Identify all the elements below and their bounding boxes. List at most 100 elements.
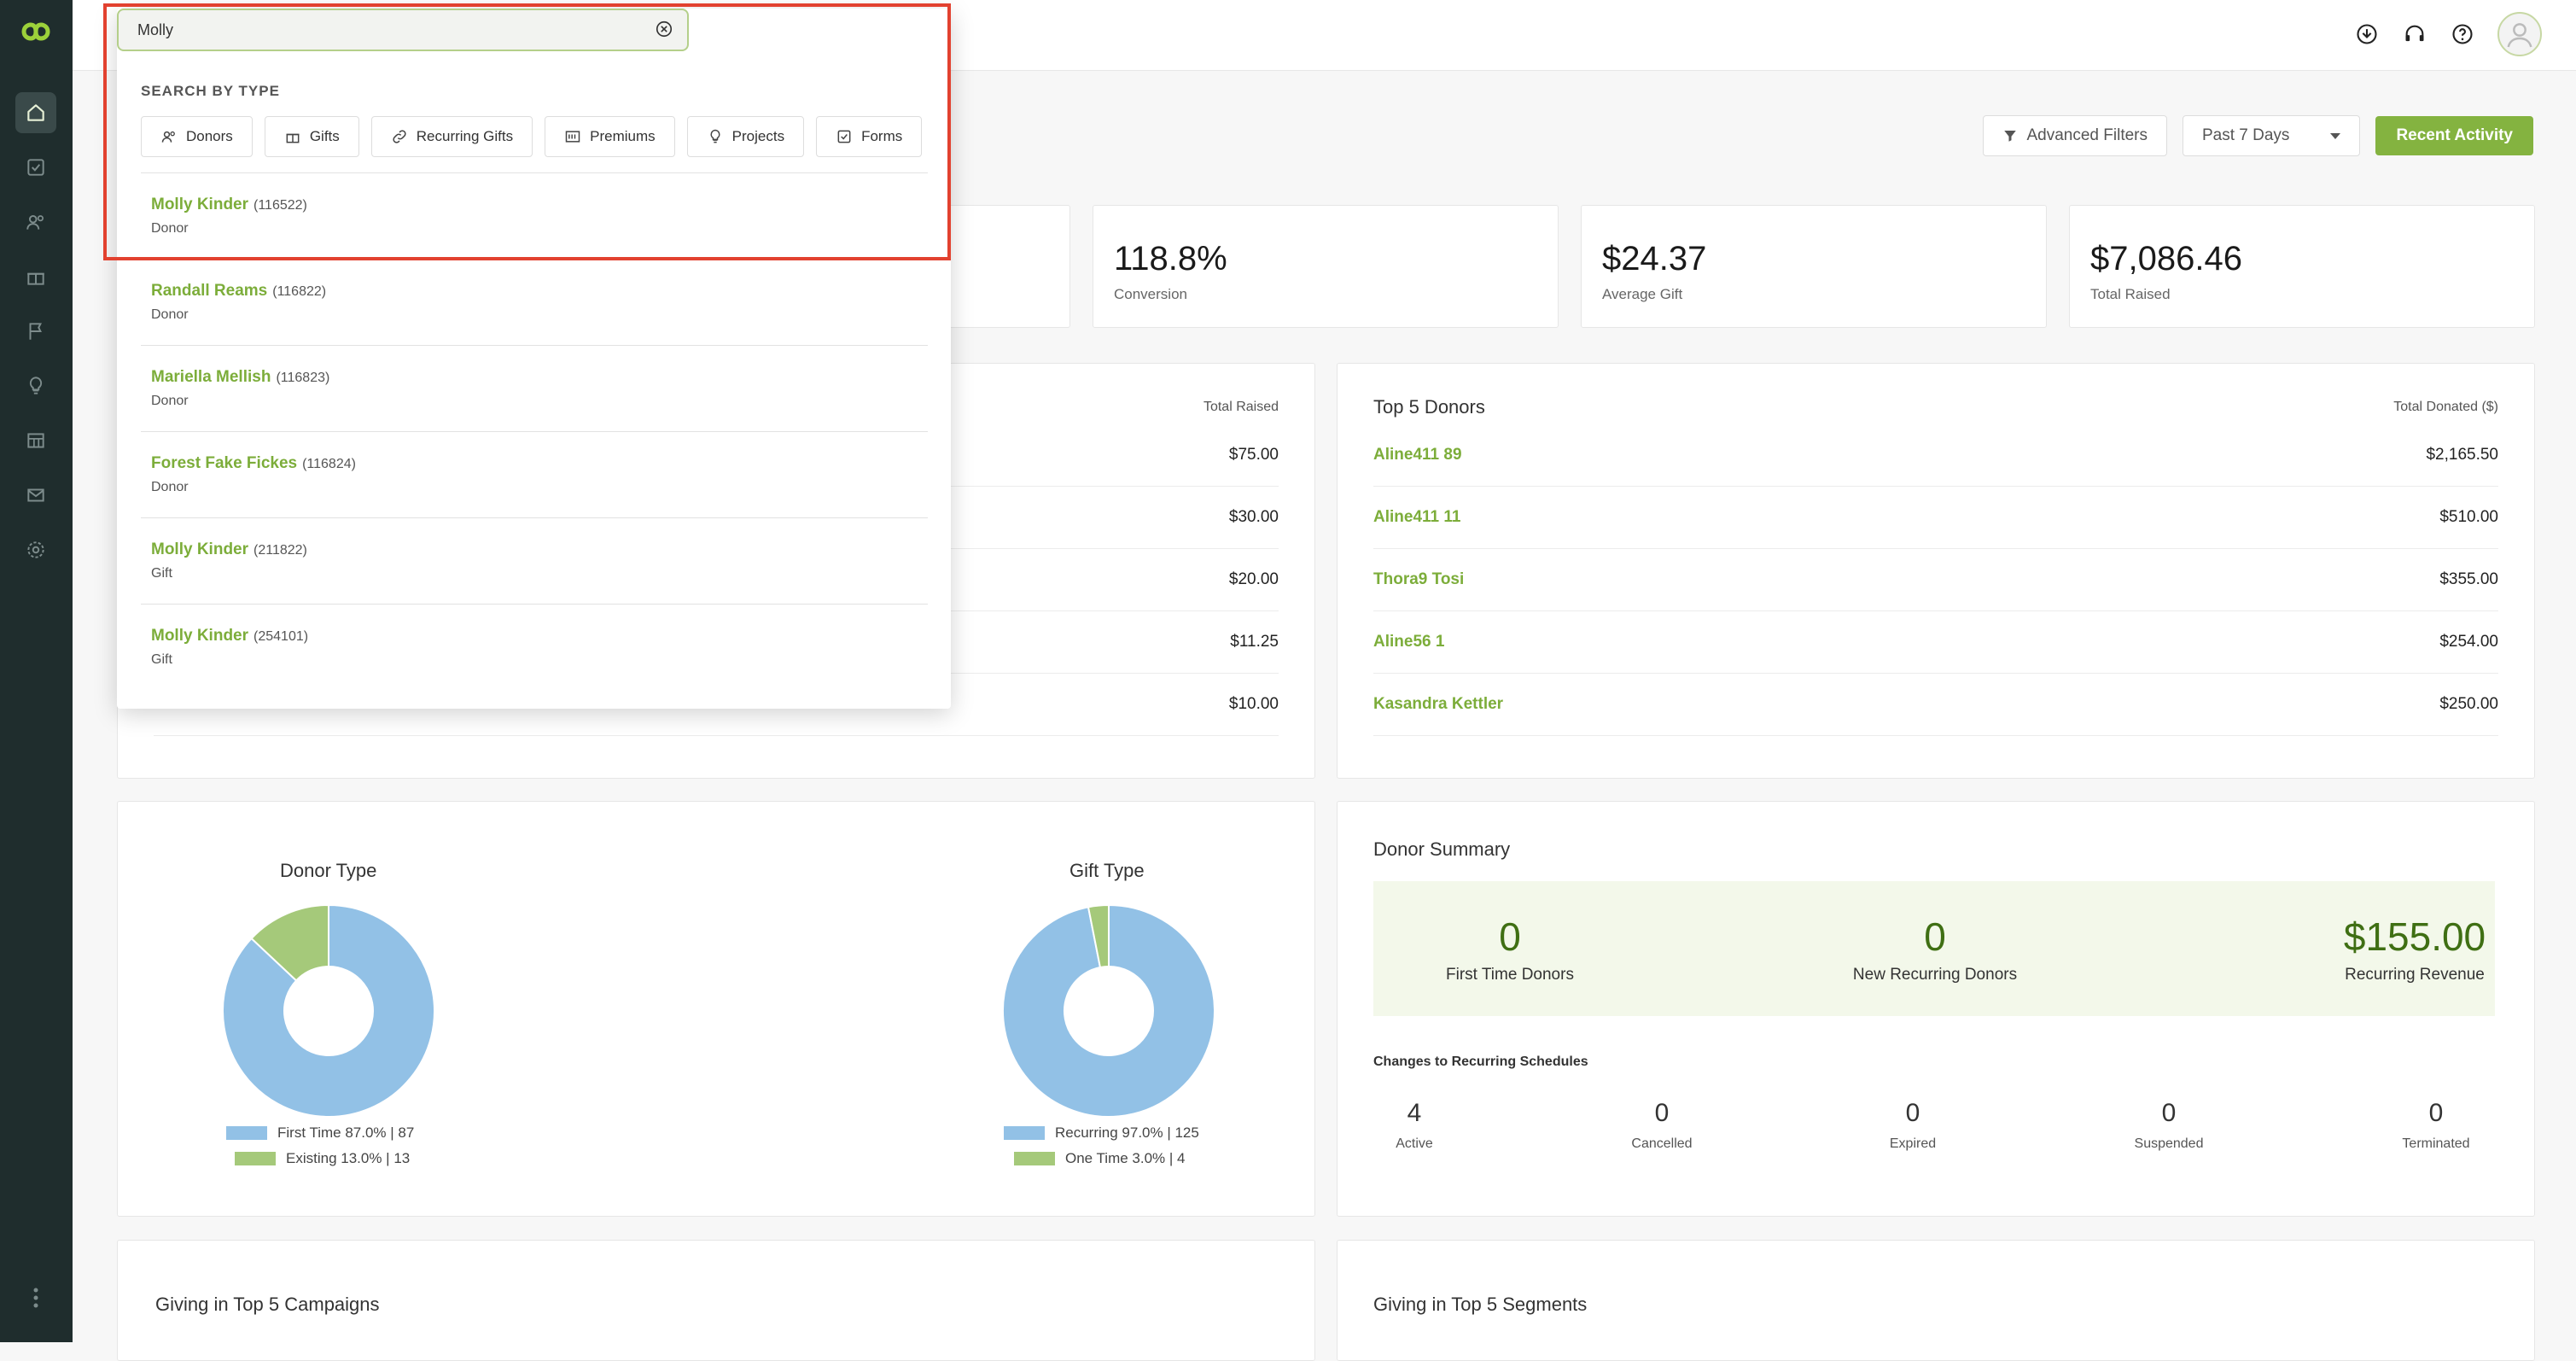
recent-activity-button[interactable]: Recent Activity: [2375, 116, 2533, 155]
sidebar-item-projects[interactable]: [15, 365, 56, 406]
form-icon: [837, 130, 851, 143]
result-id: (254101): [254, 629, 309, 644]
donor-amount: $355.00: [2439, 570, 2498, 588]
summary-value: $155.00: [2343, 914, 2486, 959]
stat-card-conversion: 118.8% Conversion: [1093, 205, 1559, 328]
search-field[interactable]: [117, 9, 689, 51]
filter-bar: Advanced Filters Past 7 Days Recent Acti…: [1983, 115, 2533, 156]
summary-value: 0: [1499, 914, 1521, 959]
search-input[interactable]: [136, 19, 634, 41]
result-id: (211822): [254, 543, 307, 558]
section-title: Changes to Recurring Schedules: [1373, 1054, 1588, 1069]
search-result[interactable]: Molly Kinder (116522) Donor: [141, 172, 928, 260]
legend-swatch: [235, 1152, 276, 1165]
lightbulb-icon: [710, 129, 720, 143]
caret-down-icon: [2330, 132, 2341, 139]
link-icon: [393, 130, 406, 143]
summary-box: 0 First Time Donors 0 New Recurring Dono…: [1373, 881, 2495, 1016]
legend-swatch: [226, 1126, 267, 1140]
table-row: Kasandra Kettler $250.00: [1373, 673, 2498, 736]
top-donors-panel: Top 5 Donors Total Donated ($) Aline411 …: [1337, 363, 2535, 779]
checklist-icon: [27, 159, 44, 176]
sidebar-item-mail[interactable]: [15, 475, 56, 516]
clear-icon[interactable]: [655, 20, 673, 38]
type-filter-recurring-gifts[interactable]: Recurring Gifts: [370, 116, 533, 157]
headset-icon[interactable]: [2402, 21, 2427, 47]
result-id: (116822): [272, 284, 327, 299]
legend-item: One Time 3.0% | 4: [1014, 1150, 1185, 1167]
donor-link[interactable]: Aline56 1: [1373, 633, 1444, 651]
type-filter-projects[interactable]: Projects: [686, 116, 805, 157]
search-result[interactable]: Molly Kinder (254101) Gift: [141, 604, 928, 691]
search-type-filters: Donors Gifts Recurring Gifts Premiums Pr…: [141, 116, 923, 157]
donor-link[interactable]: Aline411 89: [1373, 446, 1462, 464]
chart-title: Gift Type: [1069, 860, 1145, 881]
stat-label: Total Raised: [2090, 286, 2171, 302]
search-result[interactable]: Forest Fake Fickes (116824) Donor: [141, 431, 928, 518]
sidebar-item-tasks[interactable]: [15, 147, 56, 188]
lightbulb-icon: [29, 377, 43, 394]
search-by-type-heading: SEARCH BY TYPE: [141, 83, 280, 99]
flag-icon: [29, 323, 42, 340]
search-result[interactable]: Randall Reams (116822) Donor: [141, 259, 928, 346]
sidebar-item-settings[interactable]: [15, 529, 56, 570]
stat-card-total-raised: $7,086.46 Total Raised: [2069, 205, 2535, 328]
advanced-filters-button[interactable]: Advanced Filters: [1983, 115, 2167, 156]
summary-label: New Recurring Donors: [1852, 966, 2018, 984]
more-vertical-icon[interactable]: [26, 1285, 46, 1311]
search-result[interactable]: Mariella Mellish (116823) Donor: [141, 345, 928, 432]
table-row: Aline56 1 $254.00: [1373, 610, 2498, 674]
avatar[interactable]: [2497, 12, 2542, 56]
filter-icon: [2004, 131, 2017, 142]
premium-icon: [565, 131, 580, 143]
download-icon[interactable]: [2354, 21, 2380, 47]
result-type: Donor: [151, 480, 189, 494]
campaigns-panel: Giving in Top 5 Campaigns: [117, 1240, 1315, 1361]
summary-label: First Time Donors: [1446, 966, 1574, 984]
type-filter-premiums[interactable]: Premiums: [545, 116, 675, 157]
type-filter-gifts[interactable]: Gifts: [264, 116, 359, 157]
charts-panel: Donor Type First Time 87.0% | 87 Existin…: [117, 801, 1315, 1217]
donor-link[interactable]: Thora9 Tosi: [1373, 570, 1464, 589]
donor-amount: $254.00: [2439, 633, 2498, 651]
date-range-select[interactable]: Past 7 Days: [2183, 115, 2361, 156]
result-type: Donor: [151, 307, 189, 322]
table-row: Aline411 89 $2,165.50: [1373, 423, 2498, 487]
summary-label: Recurring Revenue: [2345, 966, 2485, 984]
segments-panel: Giving in Top 5 Segments: [1337, 1240, 2535, 1361]
type-filter-forms[interactable]: Forms: [816, 116, 923, 157]
result-name: Molly Kinder: [151, 196, 249, 213]
sidebar-item-home[interactable]: [15, 92, 56, 133]
legend-swatch: [1014, 1152, 1055, 1165]
result-name: Mariella Mellish: [151, 368, 271, 386]
logo-icon[interactable]: [17, 19, 55, 44]
donor-amount: $2,165.50: [2426, 446, 2498, 464]
help-icon[interactable]: [2450, 21, 2475, 47]
legend-item: Recurring 97.0% | 125: [1004, 1124, 1199, 1142]
sidebar-item-donors[interactable]: [15, 202, 56, 242]
gift-icon: [27, 272, 44, 285]
schedule-stat: 0 Cancelled: [1631, 1099, 1693, 1151]
result-type: Donor: [151, 394, 189, 408]
sidebar-item-campaigns[interactable]: [15, 311, 56, 352]
sidebar-item-gifts[interactable]: [15, 256, 56, 297]
sidebar-item-reports[interactable]: [15, 420, 56, 461]
table-row: Aline411 11 $510.00: [1373, 486, 2498, 549]
donor-link[interactable]: Kasandra Kettler: [1373, 695, 1503, 714]
panel-title: Giving in Top 5 Campaigns: [155, 1294, 380, 1315]
result-name: Molly Kinder: [151, 540, 249, 558]
result-name: Randall Reams: [151, 282, 268, 300]
legend-swatch: [1004, 1126, 1045, 1140]
stat-card-average-gift: $24.37 Average Gift: [1581, 205, 2047, 328]
result-type: Gift: [151, 652, 172, 667]
schedule-stat: 0 Terminated: [2402, 1099, 2470, 1151]
donor-summary-panel: Donor Summary 0 First Time Donors 0 New …: [1337, 801, 2535, 1217]
users-icon: [161, 131, 175, 143]
donor-link[interactable]: Aline411 11: [1373, 508, 1460, 527]
type-filter-donors[interactable]: Donors: [141, 116, 253, 157]
summary-value: 0: [1924, 914, 1946, 959]
result-name: Molly Kinder: [151, 627, 249, 645]
column-header: Total Donated ($): [2393, 400, 2498, 414]
donor-amount: $510.00: [2439, 508, 2498, 526]
search-result[interactable]: Molly Kinder (211822) Gift: [141, 517, 928, 605]
